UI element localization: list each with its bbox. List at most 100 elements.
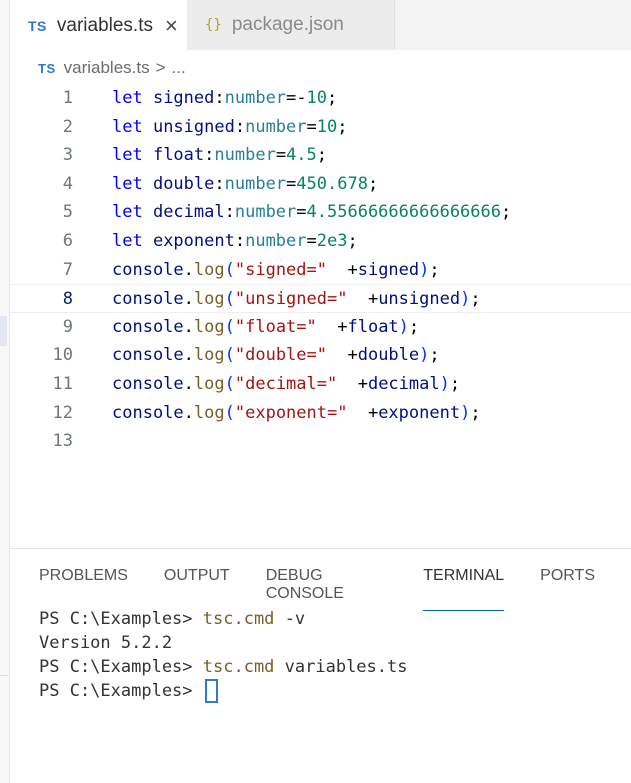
code-token: )	[460, 289, 471, 310]
typescript-file-icon: TS	[28, 18, 47, 34]
code-text: let signed:number=-10;	[112, 84, 337, 113]
code-token: log	[193, 402, 225, 423]
code-token: signed	[357, 259, 420, 280]
code-token: .	[183, 402, 194, 423]
terminal-cursor	[204, 679, 218, 703]
tab-terminal[interactable]: TERMINAL	[423, 567, 505, 611]
code-token: ;	[429, 259, 440, 280]
code-token: unsigned	[378, 289, 461, 310]
code-line[interactable]: 12 console.log("exponent=" +exponent);	[10, 399, 631, 428]
code-token: :	[204, 145, 215, 166]
code-token: let	[112, 231, 153, 251]
code-token: exponent	[378, 402, 461, 423]
code-token: +	[337, 374, 368, 394]
line-number: 13	[52, 431, 73, 452]
code-token: )	[419, 259, 430, 280]
code-token: log	[193, 374, 225, 394]
code-line[interactable]: 1 let signed:number=-10;	[10, 84, 631, 113]
code-token: .	[183, 289, 194, 310]
code-text: let double:number=450.678;	[112, 170, 378, 199]
terminal-line: PS C:\Examples> tsc.cmd -v	[39, 609, 306, 629]
terminal-line: PS C:\Examples> tsc.cmd variables.ts	[39, 657, 408, 677]
code-token: "signed="	[234, 259, 327, 280]
code-token: number	[245, 116, 307, 137]
code-token: ;	[429, 345, 440, 366]
json-file-icon: {}	[205, 17, 222, 33]
code-token: =-	[286, 88, 307, 108]
line-number: 2	[62, 116, 73, 137]
code-token: +	[316, 316, 348, 337]
code-line[interactable]: 4 let double:number=450.678;	[10, 170, 631, 199]
code-token: ;	[449, 374, 461, 394]
code-token: decimal	[367, 374, 440, 394]
code-line[interactable]: 3 let float:number=4.5;	[10, 141, 631, 170]
code-token: (	[224, 289, 235, 310]
tab-variables-ts[interactable]: TS variables.ts ×	[10, 0, 187, 50]
code-token: (	[224, 316, 235, 337]
code-token: ;	[470, 289, 481, 310]
code-token: double	[152, 173, 215, 194]
code-token: (	[224, 259, 235, 280]
tab-ports[interactable]: PORTS	[540, 567, 595, 611]
terminal-line: PS C:\Examples>	[39, 679, 407, 703]
code-token: exponent	[152, 231, 235, 251]
code-line[interactable]: 11 console.log("decimal=" +decimal);	[10, 370, 631, 399]
tab-problems[interactable]: PROBLEMS	[39, 567, 128, 611]
tab-debug-console[interactable]: DEBUG CONSOLE	[266, 567, 388, 611]
code-token: ;	[408, 316, 420, 337]
code-token: float	[347, 316, 399, 337]
line-number: 7	[62, 259, 73, 280]
code-token: double	[357, 345, 420, 366]
strip-highlight	[0, 316, 7, 346]
code-token: +	[347, 402, 379, 423]
code-token: :	[224, 202, 235, 223]
code-token: ;	[327, 88, 338, 108]
activity-strip	[0, 0, 10, 783]
code-token: "decimal="	[234, 374, 338, 394]
code-token: log	[193, 289, 225, 310]
code-token: 4.5	[286, 145, 317, 166]
code-token: 4.55666666666666666	[306, 202, 501, 223]
code-token: )	[439, 374, 450, 394]
code-token: let	[112, 116, 153, 137]
code-editor[interactable]: 1 let signed:number=-10; 2 let unsigned:num…	[10, 84, 631, 544]
code-token: )	[460, 402, 471, 423]
breadcrumb-more[interactable]: ...	[172, 58, 186, 78]
code-token: decimal	[152, 202, 225, 223]
code-token: number	[245, 231, 307, 251]
code-line[interactable]: 10 console.log("double=" +double);	[10, 341, 631, 370]
code-token: let	[112, 88, 153, 108]
tab-package-json[interactable]: {} package.json	[187, 0, 395, 50]
code-text: console.log("decimal=" +decimal);	[112, 370, 460, 399]
code-token: "exponent="	[234, 402, 348, 423]
code-line[interactable]: 6 let exponent:number=2e3;	[10, 227, 631, 256]
code-line[interactable]: 13	[10, 427, 631, 456]
code-token: number	[214, 145, 276, 166]
terminal[interactable]: PS C:\Examples> tsc.cmd -v Version 5.2.2…	[39, 607, 407, 703]
code-token: .	[183, 374, 194, 394]
close-icon[interactable]: ×	[165, 15, 178, 37]
code-token: let	[112, 202, 153, 223]
code-line[interactable]: 2 let unsigned:number=10;	[10, 113, 631, 142]
code-token: signed	[152, 88, 215, 108]
code-text: let decimal:number=4.55666666666666666;	[112, 198, 511, 227]
code-line[interactable]: 9 console.log("float=" +float);	[10, 313, 631, 342]
breadcrumb-file[interactable]: variables.ts	[64, 58, 150, 78]
tab-output[interactable]: OUTPUT	[164, 567, 230, 611]
code-token: ;	[367, 173, 379, 194]
code-token: ;	[347, 231, 358, 251]
code-token: (	[224, 345, 235, 366]
code-token: float	[152, 145, 205, 166]
code-token: =	[306, 231, 317, 251]
code-line[interactable]: 5 let decimal:number=4.55666666666666666;	[10, 198, 631, 227]
code-line[interactable]: 8 console.log("unsigned=" +unsigned);	[10, 284, 631, 313]
code-token: console	[112, 402, 184, 423]
line-number: 10	[52, 345, 73, 366]
code-line[interactable]: 7 console.log("signed=" +signed);	[10, 256, 631, 285]
code-token: "double="	[234, 345, 327, 366]
code-token: :	[234, 116, 246, 137]
code-token: ;	[316, 145, 328, 166]
code-token: )	[419, 345, 430, 366]
line-number: 6	[62, 231, 73, 251]
breadcrumb: TS variables.ts > ...	[38, 58, 186, 78]
